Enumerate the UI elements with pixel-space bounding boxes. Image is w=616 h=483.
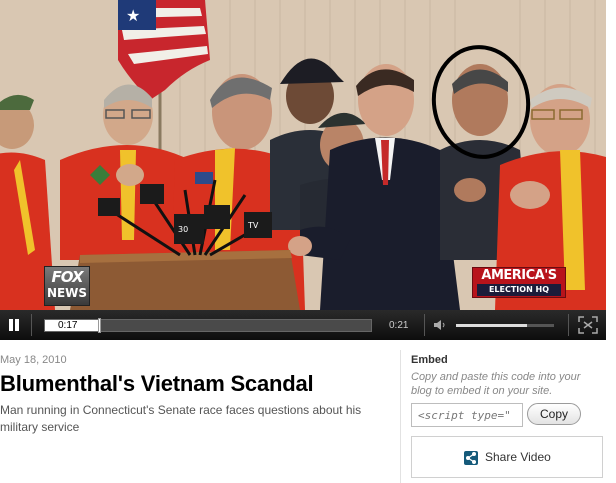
player-controls: 0:17 0:21 <box>0 310 606 340</box>
pause-icon[interactable] <box>7 319 21 331</box>
progress-thumb[interactable] <box>98 318 102 333</box>
volume-fill <box>456 324 527 327</box>
svg-text:★: ★ <box>126 6 140 25</box>
svg-text:30: 30 <box>178 225 188 234</box>
embed-heading: Embed <box>411 354 448 366</box>
share-icon <box>464 451 478 465</box>
control-divider <box>424 314 425 336</box>
video-title: Blumenthal's Vietnam Scandal <box>0 371 314 396</box>
embed-code-field[interactable] <box>411 403 523 427</box>
control-divider <box>31 314 32 336</box>
fullscreen-icon[interactable] <box>578 316 598 334</box>
logo-left-line1: FOX <box>51 268 83 286</box>
publish-date: May 18, 2010 <box>0 354 67 366</box>
podium <box>70 250 300 310</box>
embed-instructions: Copy and paste this code into your blog … <box>411 371 581 397</box>
video-frame[interactable]: ★ 30 TV FOX NEWS AMERICA'S ELECTION HQ <box>0 0 606 310</box>
video-player[interactable]: ★ 30 TV FOX NEWS AMERICA'S ELECTION HQ 0… <box>0 0 606 340</box>
duration-time: 0:21 <box>389 320 409 331</box>
copy-button[interactable]: Copy <box>527 403 581 425</box>
svg-text:TV: TV <box>247 221 259 230</box>
progress-bar[interactable] <box>44 318 372 333</box>
share-video-button[interactable]: Share Video <box>411 436 603 478</box>
logo-left-line2: NEWS <box>46 286 88 300</box>
fox-news-logo: FOX NEWS <box>44 266 90 306</box>
logo-right-line2: ELECTION HQ <box>477 284 561 296</box>
video-page: ★ 30 TV FOX NEWS AMERICA'S ELECTION HQ 0… <box>0 0 616 483</box>
video-scene: ★ 30 TV <box>0 0 606 310</box>
column-divider <box>400 350 401 483</box>
current-time: 0:17 <box>58 320 78 331</box>
americas-election-hq-logo: AMERICA'S ELECTION HQ <box>472 267 566 298</box>
control-divider <box>568 314 569 336</box>
logo-right-line1: AMERICA'S <box>481 268 557 283</box>
video-description: Man running in Connecticut's Senate race… <box>0 403 362 434</box>
volume-icon[interactable] <box>434 320 446 330</box>
share-video-label: Share Video <box>485 450 551 464</box>
volume-slider[interactable] <box>456 324 554 327</box>
